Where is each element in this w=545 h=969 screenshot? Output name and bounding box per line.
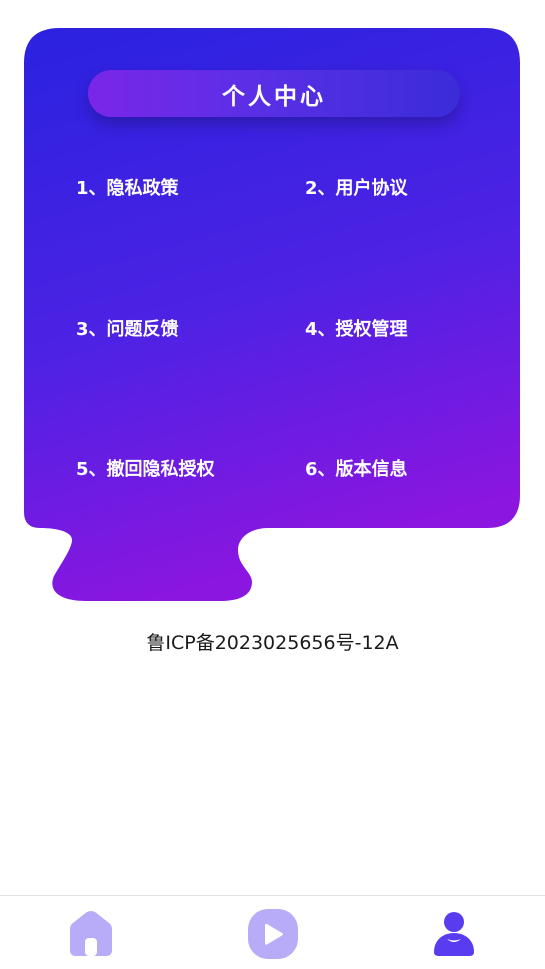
menu-item-privacy-policy[interactable]: 1、隐私政策: [76, 174, 179, 200]
menu-item-version-info[interactable]: 6、版本信息: [305, 455, 408, 481]
icp-record: 鲁ICP备2023025656号-12A: [146, 632, 399, 654]
page: 个人中心 1、隐私政策 2、用户协议 3、问题反馈 4、授权管理 5、撤回隐私授…: [0, 0, 545, 969]
play-icon: [248, 909, 298, 959]
menu-item-feedback[interactable]: 3、问题反馈: [76, 315, 179, 341]
tab-video[interactable]: [245, 906, 301, 962]
tab-bar: [0, 895, 545, 969]
home-icon: [70, 911, 112, 956]
tab-profile[interactable]: [426, 906, 482, 962]
menu-item-revoke-privacy[interactable]: 5、撤回隐私授权: [76, 455, 215, 481]
menu-item-user-agreement[interactable]: 2、用户协议: [305, 174, 408, 200]
page-title: 个人中心: [222, 83, 326, 110]
menu-item-authorization[interactable]: 4、授权管理: [305, 315, 408, 341]
header-pill: 个人中心: [88, 70, 460, 117]
user-icon: [434, 912, 474, 956]
tab-home[interactable]: [63, 906, 119, 962]
